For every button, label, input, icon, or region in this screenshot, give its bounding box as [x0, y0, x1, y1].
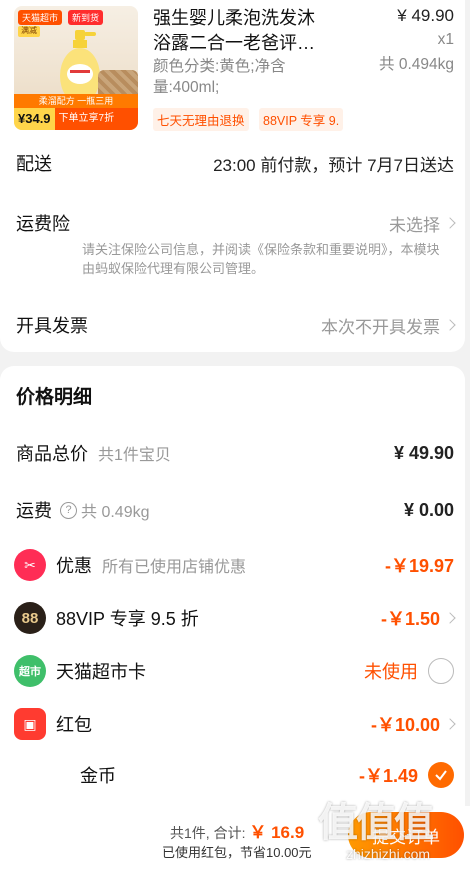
red-packet-label: 红包 — [56, 715, 92, 735]
goods-total-amount: ¥ 49.90 — [393, 442, 454, 463]
coins-amount: -￥1.49 — [358, 766, 418, 786]
goods-total-label: 商品总价 — [16, 444, 88, 464]
coupon-icon: ✂ — [14, 549, 46, 581]
product-thumbnail[interactable]: 天猫超市 新到货 满减 柔溜配方 一瓶三用 ¥34.9 下单立享7折 — [14, 6, 138, 130]
shipping-fee-label: 运费 — [16, 501, 52, 521]
vip-value: -￥1.50 — [380, 605, 456, 631]
red-packet-value: -￥10.00 — [370, 711, 456, 737]
discount-row[interactable]: ✂ 优惠 所有已使用店铺优惠 -￥19.97 — [14, 549, 454, 581]
total-label: 合计: — [213, 825, 246, 841]
supermarket-card-label: 天猫超市卡 — [56, 662, 146, 682]
coins-row[interactable]: 金币 -￥1.49 — [14, 762, 454, 788]
vip88-icon: 88 — [14, 602, 46, 634]
red-packet-icon: ▣ — [14, 708, 46, 740]
vip-amount: -￥1.50 — [380, 609, 440, 629]
item-count: 共1件, — [170, 825, 210, 841]
shipping-insurance-row[interactable]: 运费险 未选择 — [16, 210, 456, 236]
delivery-eta: 23:00 前付款，预计 7月7日送达 — [213, 155, 454, 175]
red-packet-amount: -￥10.00 — [370, 715, 440, 735]
price-detail-title: 价格明细 — [16, 387, 93, 408]
product-title-line1: 强生婴儿柔泡洗发沐 — [153, 8, 315, 28]
thumb-promo-text: 柔溜配方 一瓶三用 — [14, 94, 138, 108]
shipping-insurance-status: 未选择 — [389, 215, 440, 235]
product-weight: 共 0.494kg — [379, 56, 454, 73]
return-policy-badge: 七天无理由退换 — [153, 108, 249, 131]
chevron-right-icon — [444, 217, 456, 229]
supermarket-card-row[interactable]: 超市 天猫超市卡 未使用 — [14, 655, 454, 687]
total-amount: ￥ 16.9 — [249, 823, 305, 842]
vip-discount-badge: 88VIP 专享 9. — [259, 108, 343, 131]
vip-row[interactable]: 88 88VIP 专享 9.5 折 -￥1.50 — [14, 602, 456, 634]
shipping-fee-row: 运费 ? 共 0.49kg ¥ 0.00 — [14, 497, 454, 523]
watermark-url: zhizhizhi.com — [346, 846, 431, 862]
order-total: 共1件, 合计: ￥ 16.9 — [170, 818, 304, 843]
store-tag: 天猫超市 — [18, 10, 63, 25]
delivery-row: 配送 23:00 前付款，预计 7月7日送达 — [16, 150, 454, 176]
discount-label: 优惠 — [56, 556, 92, 576]
supermarket-card-radio[interactable] — [428, 658, 454, 684]
discount-desc: 所有已使用店铺优惠 — [102, 559, 247, 576]
product-title-line2: 浴露二合一老爸评… — [153, 33, 315, 53]
discount-amount: -￥19.97 — [384, 556, 454, 576]
checkmark-icon — [435, 770, 447, 781]
supermarket-card-value: 未使用 — [364, 658, 454, 684]
supermarket-card-icon: 超市 — [14, 655, 46, 687]
supermarket-card-status: 未使用 — [364, 662, 418, 682]
price-detail-card — [0, 366, 465, 806]
thumb-price-desc: 下单立享7折 — [54, 108, 138, 130]
coins-label: 金币 — [80, 766, 116, 786]
invoice-status: 本次不开具发票 — [321, 317, 440, 337]
vip-label: 88VIP 专享 9.5 折 — [56, 609, 199, 629]
thumb-price: ¥34.9 — [14, 108, 55, 130]
shipping-weight: 共 0.49kg — [81, 504, 150, 521]
invoice-row[interactable]: 开具发票 本次不开具发票 — [16, 312, 456, 338]
product-title[interactable]: 强生婴儿柔泡洗发沐 浴露二合一老爸评… — [153, 6, 343, 56]
chevron-right-icon — [444, 612, 456, 624]
thumb-price-bar: ¥34.9 下单立享7折 — [14, 108, 138, 130]
promo-tag: 满减 — [18, 26, 40, 37]
savings-note: 已使用红包，节省10.00元 — [162, 845, 312, 860]
insurance-note: 请关注保险公司信息，并阅读《保险条款和重要说明》，本模块由蚂蚁保险代理有限公司管… — [82, 242, 440, 276]
goods-count: 共1件宝贝 — [98, 447, 171, 464]
product-spec: 颜色分类:黄色;净含量:400ml; — [153, 58, 286, 96]
shipping-insurance-label: 运费险 — [16, 214, 70, 234]
shipping-insurance-value: 未选择 — [389, 211, 456, 236]
coins-value: -￥1.49 — [359, 762, 454, 788]
help-icon[interactable]: ? — [60, 501, 77, 519]
invoice-label: 开具发票 — [16, 316, 88, 336]
goods-total-row: 商品总价 共1件宝贝 ¥ 49.90 — [14, 440, 454, 466]
chevron-right-icon — [444, 319, 456, 331]
product-price: ¥ 49.90 — [397, 6, 454, 25]
coins-checkbox[interactable] — [428, 762, 454, 788]
watermark-logo: 值值值 — [318, 801, 434, 845]
new-arrival-tag: 新到货 — [68, 10, 104, 25]
red-packet-row[interactable]: ▣ 红包 -￥10.00 — [14, 708, 456, 740]
invoice-value: 本次不开具发票 — [321, 313, 456, 338]
delivery-label: 配送 — [16, 154, 52, 174]
product-quantity: x1 — [437, 31, 454, 48]
chevron-right-icon — [444, 718, 456, 730]
shipping-fee-amount: ¥ 0.00 — [403, 499, 454, 520]
